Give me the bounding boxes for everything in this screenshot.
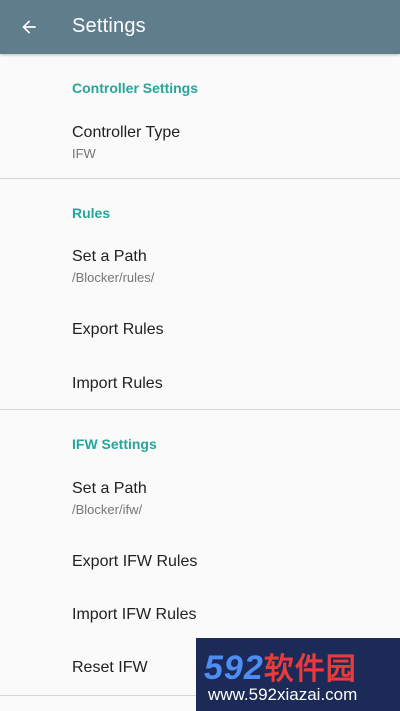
divider <box>0 178 400 179</box>
category-controller-settings: Controller Settings <box>72 80 199 96</box>
pref-controller-type[interactable]: Controller Type IFW <box>0 108 400 176</box>
pref-ifw-set-path[interactable]: Set a Path /Blocker/ifw/ <box>0 464 400 532</box>
pref-ifw-set-path-summary: /Blocker/ifw/ <box>72 502 143 517</box>
pref-import-ifw-rules-title: Import IFW Rules <box>72 606 197 623</box>
page-title: Settings <box>72 15 146 37</box>
category-rules: Rules <box>72 205 111 221</box>
pref-controller-type-title: Controller Type <box>72 124 181 141</box>
watermark-brand: 592软件园 <box>204 644 357 688</box>
divider <box>0 409 400 410</box>
pref-rules-set-path[interactable]: Set a Path /Blocker/rules/ <box>0 232 400 300</box>
watermark-brand-cjk: 软件园 <box>263 653 357 686</box>
pref-export-rules[interactable]: Export Rules <box>0 302 400 356</box>
watermark-url: www.592xiazai.com <box>208 685 358 704</box>
back-button[interactable] <box>12 10 46 44</box>
watermark-brand-number: 592 <box>204 649 264 687</box>
app-bar: Settings <box>0 0 400 54</box>
pref-reset-ifw-title: Reset IFW <box>72 659 148 676</box>
pref-import-ifw-rules[interactable]: Import IFW Rules <box>0 588 400 642</box>
pref-import-rules-title: Import Rules <box>72 375 163 392</box>
watermark: 592软件园 www.592xiazai.com <box>196 638 400 711</box>
pref-ifw-set-path-title: Set a Path <box>72 480 147 497</box>
category-ifw-settings: IFW Settings <box>72 436 157 452</box>
pref-import-rules[interactable]: Import Rules <box>0 356 400 410</box>
pref-export-rules-title: Export Rules <box>72 321 164 338</box>
pref-rules-set-path-summary: /Blocker/rules/ <box>72 270 155 285</box>
pref-rules-set-path-title: Set a Path <box>72 248 147 265</box>
pref-export-ifw-rules[interactable]: Export IFW Rules <box>0 534 400 588</box>
pref-controller-type-summary: IFW <box>72 146 96 161</box>
arrow-back-icon <box>22 20 36 34</box>
pref-export-ifw-rules-title: Export IFW Rules <box>72 553 198 570</box>
